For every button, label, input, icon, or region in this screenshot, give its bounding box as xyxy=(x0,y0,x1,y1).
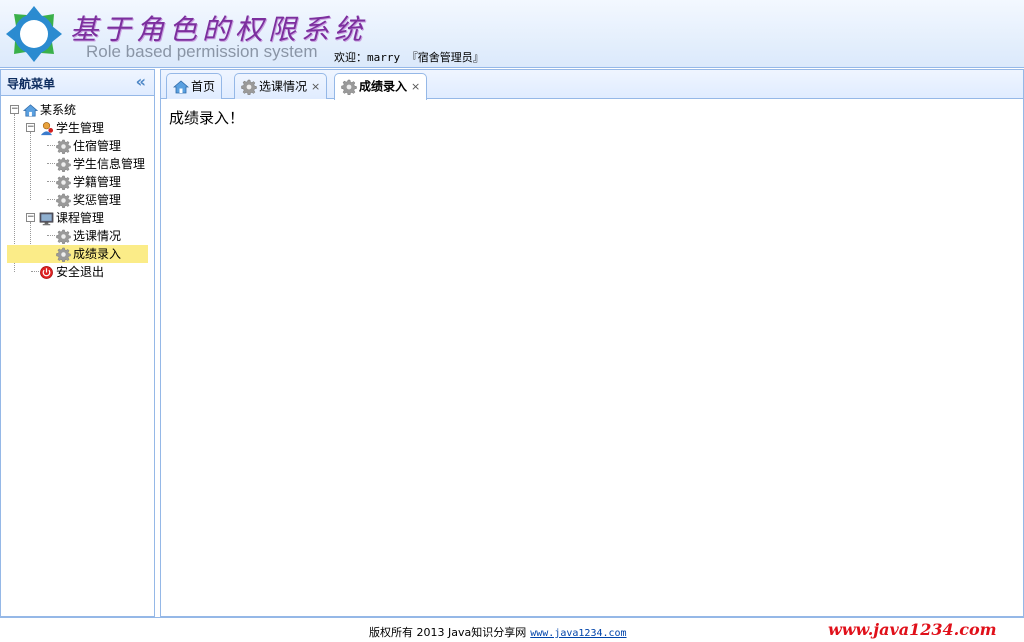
tree-node-enrollment[interactable]: 学籍管理 xyxy=(1,173,154,191)
tree-node-student-info[interactable]: 学生信息管理 xyxy=(1,155,154,173)
gear-icon xyxy=(56,175,71,190)
logo-icon xyxy=(6,6,62,62)
tree-node-root[interactable]: − 某系统 xyxy=(1,101,154,119)
tree-node-grade-entry[interactable]: 成绩录入 xyxy=(7,245,148,263)
tab-home[interactable]: 首页 xyxy=(166,73,223,99)
tree-node-rewards[interactable]: 奖惩管理 xyxy=(1,191,154,209)
close-icon[interactable]: × xyxy=(411,80,420,93)
collapse-toggle-icon[interactable]: − xyxy=(26,123,35,132)
power-icon xyxy=(40,266,53,279)
user-icon xyxy=(40,122,54,136)
app-header: 基于角色的权限系统 Role based permission system 欢… xyxy=(0,0,1024,68)
copyright-text: 版权所有 2013 Java知识分享网 www.java1234.com xyxy=(369,626,627,639)
double-chevron-left-icon[interactable]: « xyxy=(136,72,146,91)
tab-grade-entry[interactable]: 成绩录入 × xyxy=(334,73,428,100)
gear-icon xyxy=(341,79,357,95)
tab-panel: 首页 选课情况 × 成绩录入 × 成绩录入！ xyxy=(160,69,1024,617)
gear-icon xyxy=(56,139,71,154)
site-link[interactable]: www.java1234.com xyxy=(530,628,626,639)
tab-course-selection[interactable]: 选课情况 × xyxy=(234,73,328,99)
tree-node-student-management[interactable]: − 学生管理 xyxy=(1,119,154,137)
tab-bar: 首页 选课情况 × 成绩录入 × xyxy=(161,70,1023,100)
gear-icon xyxy=(56,193,71,208)
tree-node-dorm-management[interactable]: 住宿管理 xyxy=(1,137,154,155)
tree-node-course-selection[interactable]: 选课情况 xyxy=(1,227,154,245)
nav-tree: − 某系统 − 学生管理 住宿管理 学生信息管理 学籍管理 奖惩管理 − 课程管… xyxy=(1,96,154,281)
app-subtitle: Role based permission system xyxy=(86,42,318,61)
nav-sidebar: 导航菜单 « − 某系统 − 学生管理 住宿管理 学生信息管理 学籍管理 奖惩管… xyxy=(0,69,155,617)
collapse-toggle-icon[interactable]: − xyxy=(10,105,19,114)
collapse-toggle-icon[interactable]: − xyxy=(26,213,35,222)
home-icon xyxy=(173,79,189,95)
sidebar-title: 导航菜单 xyxy=(7,77,56,91)
welcome-text: 欢迎：marry 『宿舍管理员』 xyxy=(334,51,484,64)
monitor-icon xyxy=(39,212,54,226)
gear-icon xyxy=(56,229,71,244)
gear-icon xyxy=(56,157,71,172)
content-text: 成绩录入！ xyxy=(169,109,245,127)
gear-icon xyxy=(56,247,71,262)
tab-content: 成绩录入！ xyxy=(161,99,1023,136)
sidebar-header: 导航菜单 « xyxy=(1,70,154,96)
close-icon[interactable]: × xyxy=(311,80,320,93)
home-icon xyxy=(23,103,38,118)
gear-icon xyxy=(241,79,257,95)
watermark: www.java1234.com xyxy=(828,620,997,639)
tree-node-course-management[interactable]: − 课程管理 xyxy=(1,209,154,227)
footer: 版权所有 2013 Java知识分享网 www.java1234.com www.… xyxy=(0,617,1024,642)
tree-node-logout[interactable]: 安全退出 xyxy=(1,263,154,281)
